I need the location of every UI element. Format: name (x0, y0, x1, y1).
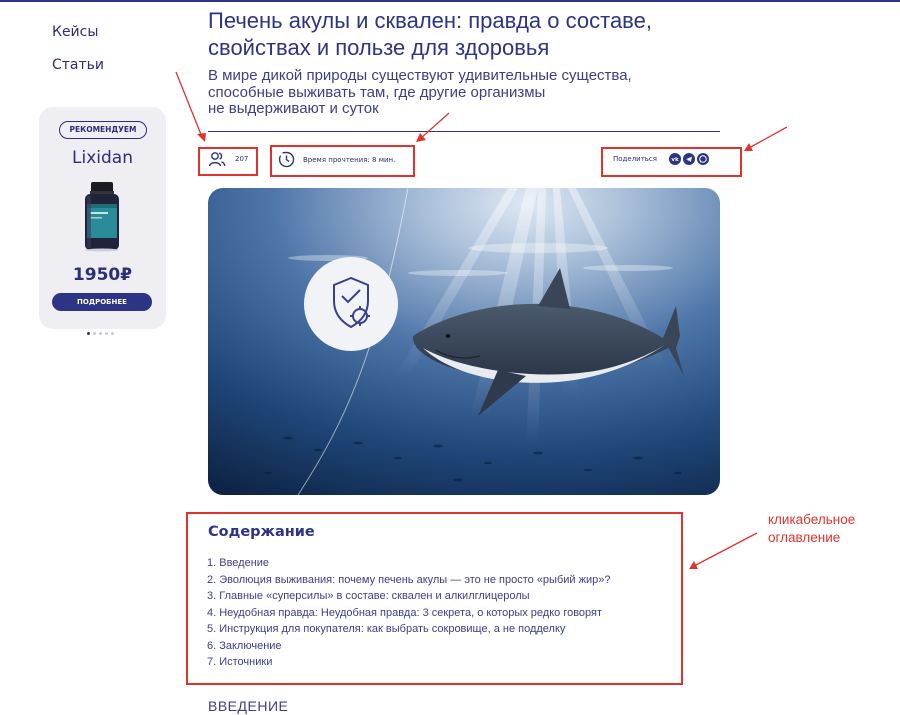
arrow-to-share (748, 126, 788, 149)
arrow-to-readtime (420, 112, 450, 139)
arrow-to-toc (693, 532, 758, 567)
annotation-arrows (175, 71, 788, 569)
arrow-to-views (175, 71, 203, 138)
